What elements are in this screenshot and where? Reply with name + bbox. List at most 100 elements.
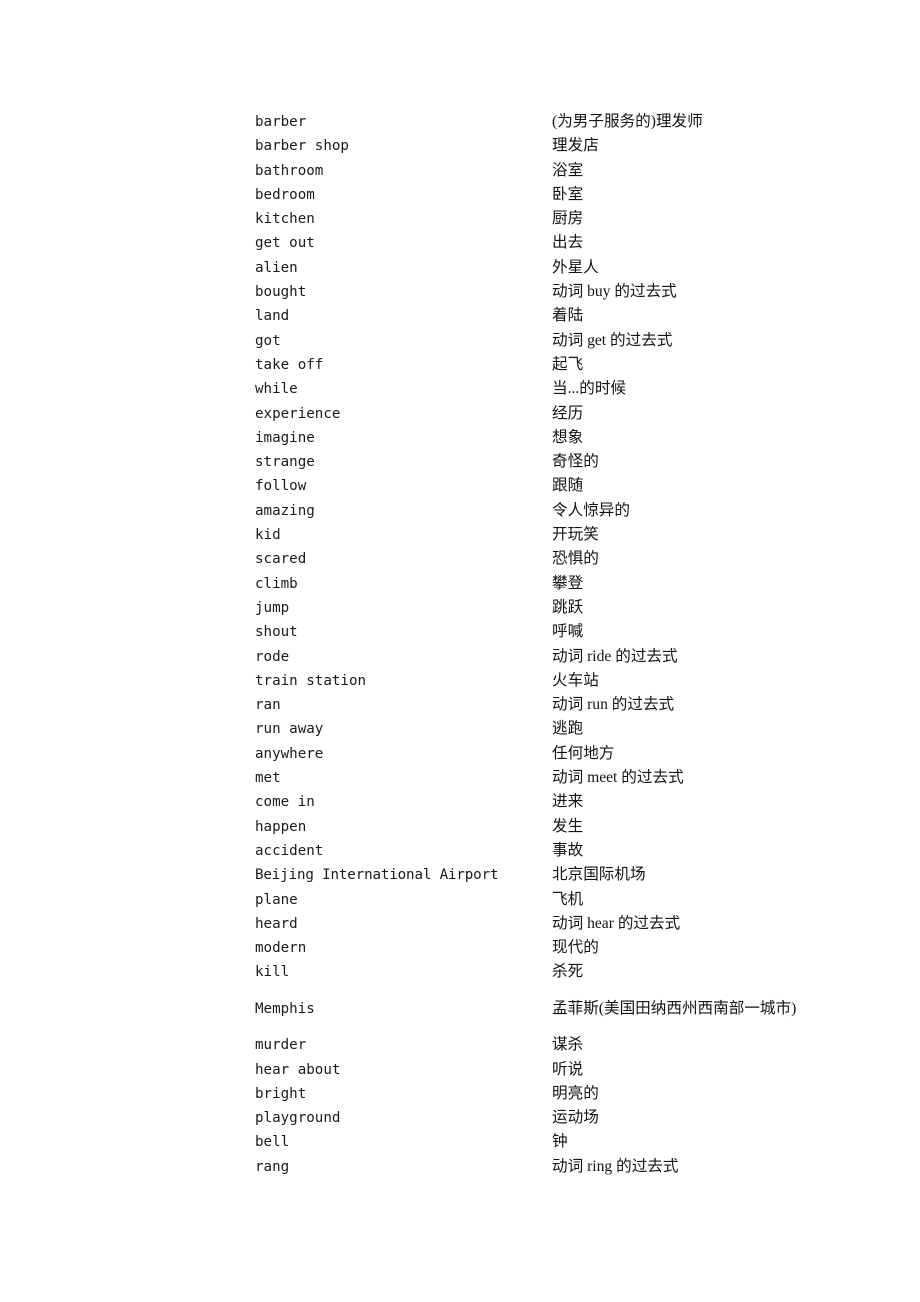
vocabulary-gloss: 经历 bbox=[552, 404, 584, 422]
vocabulary-row: anywhere 任何地方 bbox=[255, 742, 865, 766]
vocabulary-term: ran bbox=[255, 697, 281, 714]
vocabulary-row: imagine 想象 bbox=[255, 426, 865, 450]
vocabulary-gloss: 动词 ride 的过去式 bbox=[552, 647, 678, 665]
vocabulary-row: bought 动词 buy 的过去式 bbox=[255, 280, 865, 304]
vocabulary-term: barber shop bbox=[255, 138, 349, 155]
vocabulary-gloss: 恐惧的 bbox=[552, 550, 599, 568]
vocabulary-row: amazing 令人惊异的 bbox=[255, 499, 865, 523]
vocabulary-row: murder 谋杀 bbox=[255, 1033, 865, 1057]
vocabulary-term: land bbox=[255, 308, 290, 325]
vocabulary-term: anywhere bbox=[255, 745, 324, 762]
vocabulary-gloss: (为男子服务的)理发师 bbox=[552, 113, 703, 130]
vocabulary-row: train station 火车站 bbox=[255, 669, 865, 693]
vocabulary-gloss: 当...的时候 bbox=[552, 380, 627, 398]
vocabulary-term: amazing bbox=[255, 502, 315, 519]
vocabulary-gloss: 理发店 bbox=[552, 137, 599, 155]
vocabulary-term: happen bbox=[255, 818, 307, 835]
vocabulary-gloss: 外星人 bbox=[552, 258, 599, 276]
vocabulary-gloss: 跳跃 bbox=[552, 598, 584, 616]
vocabulary-gloss: 动词 hear 的过去式 bbox=[552, 914, 681, 932]
vocabulary-row: experience 经历 bbox=[255, 402, 865, 426]
vocabulary-row: come in 进来 bbox=[255, 790, 865, 814]
vocabulary-gloss: 卧室 bbox=[552, 185, 584, 203]
vocabulary-term: heard bbox=[255, 915, 298, 932]
vocabulary-term: kid bbox=[255, 527, 281, 544]
vocabulary-gloss: 杀死 bbox=[552, 963, 584, 981]
vocabulary-term: shout bbox=[255, 624, 298, 641]
vocabulary-row: follow 跟随 bbox=[255, 474, 865, 498]
vocabulary-term: scared bbox=[255, 551, 307, 568]
vocabulary-gloss: 进来 bbox=[552, 793, 584, 811]
vocabulary-gloss: 奇怪的 bbox=[552, 453, 599, 471]
vocabulary-term: bedroom bbox=[255, 186, 315, 203]
vocabulary-term: playground bbox=[255, 1110, 341, 1127]
vocabulary-term: bell bbox=[255, 1134, 290, 1151]
vocabulary-row: Beijing International Airport 北京国际机场 bbox=[255, 863, 865, 887]
vocabulary-row: met 动词 meet 的过去式 bbox=[255, 766, 865, 790]
vocabulary-gloss: 浴室 bbox=[552, 161, 584, 179]
vocabulary-row: while 当...的时候 bbox=[255, 377, 865, 401]
vocabulary-gloss: 开玩笑 bbox=[552, 526, 599, 544]
vocabulary-term: barber bbox=[255, 114, 307, 130]
vocabulary-list: barber (为男子服务的)理发师 barber shop 理发店 bathroom 浴… bbox=[255, 110, 865, 1179]
vocabulary-gloss: 现代的 bbox=[552, 939, 599, 957]
vocabulary-term: come in bbox=[255, 794, 315, 811]
vocabulary-row: ran 动词 run 的过去式 bbox=[255, 693, 865, 717]
vocabulary-gloss: 动词 ring 的过去式 bbox=[552, 1157, 679, 1175]
vocabulary-term: bright bbox=[255, 1085, 307, 1102]
vocabulary-term: alien bbox=[255, 259, 298, 276]
vocabulary-gloss: 北京国际机场 bbox=[552, 866, 646, 884]
vocabulary-gloss: 跟随 bbox=[552, 477, 584, 495]
vocabulary-row: strange 奇怪的 bbox=[255, 450, 865, 474]
vocabulary-term: plane bbox=[255, 891, 298, 908]
vocabulary-term: get out bbox=[255, 235, 315, 252]
vocabulary-row: climb 攀登 bbox=[255, 572, 865, 596]
vocabulary-gloss: 飞机 bbox=[552, 890, 584, 908]
vocabulary-term: train station bbox=[255, 672, 367, 689]
vocabulary-term: kill bbox=[255, 964, 290, 981]
vocabulary-row: bell 钟 bbox=[255, 1130, 865, 1154]
vocabulary-gloss: 谋杀 bbox=[552, 1036, 584, 1054]
vocabulary-term: experience bbox=[255, 405, 341, 422]
vocabulary-row: playground 运动场 bbox=[255, 1106, 865, 1130]
vocabulary-row: kid 开玩笑 bbox=[255, 523, 865, 547]
vocabulary-row: get out 出去 bbox=[255, 231, 865, 255]
vocabulary-term: Beijing International Airport bbox=[255, 867, 499, 884]
vocabulary-row: heard 动词 hear 的过去式 bbox=[255, 912, 865, 936]
vocabulary-gloss: 听说 bbox=[552, 1060, 584, 1078]
vocabulary-row: hear about 听说 bbox=[255, 1058, 865, 1082]
vocabulary-row: rang 动词 ring 的过去式 bbox=[255, 1155, 865, 1179]
vocabulary-row: rode 动词 ride 的过去式 bbox=[255, 645, 865, 669]
vocabulary-row: bathroom 浴室 bbox=[255, 159, 865, 183]
vocabulary-row: accident 事故 bbox=[255, 839, 865, 863]
vocabulary-gloss: 令人惊异的 bbox=[552, 501, 630, 519]
vocabulary-gloss: 攀登 bbox=[552, 574, 584, 592]
vocabulary-term: hear about bbox=[255, 1061, 341, 1078]
vocabulary-term: Memphis bbox=[255, 1000, 315, 1017]
vocabulary-term: bathroom bbox=[255, 162, 324, 179]
vocabulary-row: run away 逃跑 bbox=[255, 717, 865, 741]
vocabulary-row: scared 恐惧的 bbox=[255, 547, 865, 571]
vocabulary-term: climb bbox=[255, 575, 298, 592]
vocabulary-gloss: 动词 buy 的过去式 bbox=[552, 283, 677, 301]
vocabulary-term: rang bbox=[255, 1158, 290, 1175]
vocabulary-gloss: 动词 meet 的过去式 bbox=[552, 769, 684, 787]
vocabulary-gloss: 事故 bbox=[552, 841, 584, 859]
vocabulary-term: while bbox=[255, 381, 298, 398]
vocabulary-gloss: 火车站 bbox=[552, 671, 599, 689]
vocabulary-gloss: 起飞 bbox=[552, 355, 584, 373]
vocabulary-gloss: 钟 bbox=[552, 1133, 568, 1151]
vocabulary-term: strange bbox=[255, 454, 315, 471]
vocabulary-row: barber (为男子服务的)理发师 bbox=[255, 110, 865, 134]
vocabulary-gloss: 出去 bbox=[552, 234, 584, 252]
vocabulary-row: land 着陆 bbox=[255, 304, 865, 328]
vocabulary-gloss: 动词 get 的过去式 bbox=[552, 331, 673, 349]
vocabulary-gloss: 任何地方 bbox=[552, 744, 615, 762]
vocabulary-row: take off 起飞 bbox=[255, 353, 865, 377]
vocabulary-term: kitchen bbox=[255, 211, 315, 228]
vocabulary-term: rode bbox=[255, 648, 290, 665]
vocabulary-row: barber shop 理发店 bbox=[255, 134, 865, 158]
vocabulary-gloss: 发生 bbox=[552, 817, 584, 835]
vocabulary-gloss: 着陆 bbox=[552, 307, 584, 325]
vocabulary-gloss: 厨房 bbox=[552, 210, 584, 228]
